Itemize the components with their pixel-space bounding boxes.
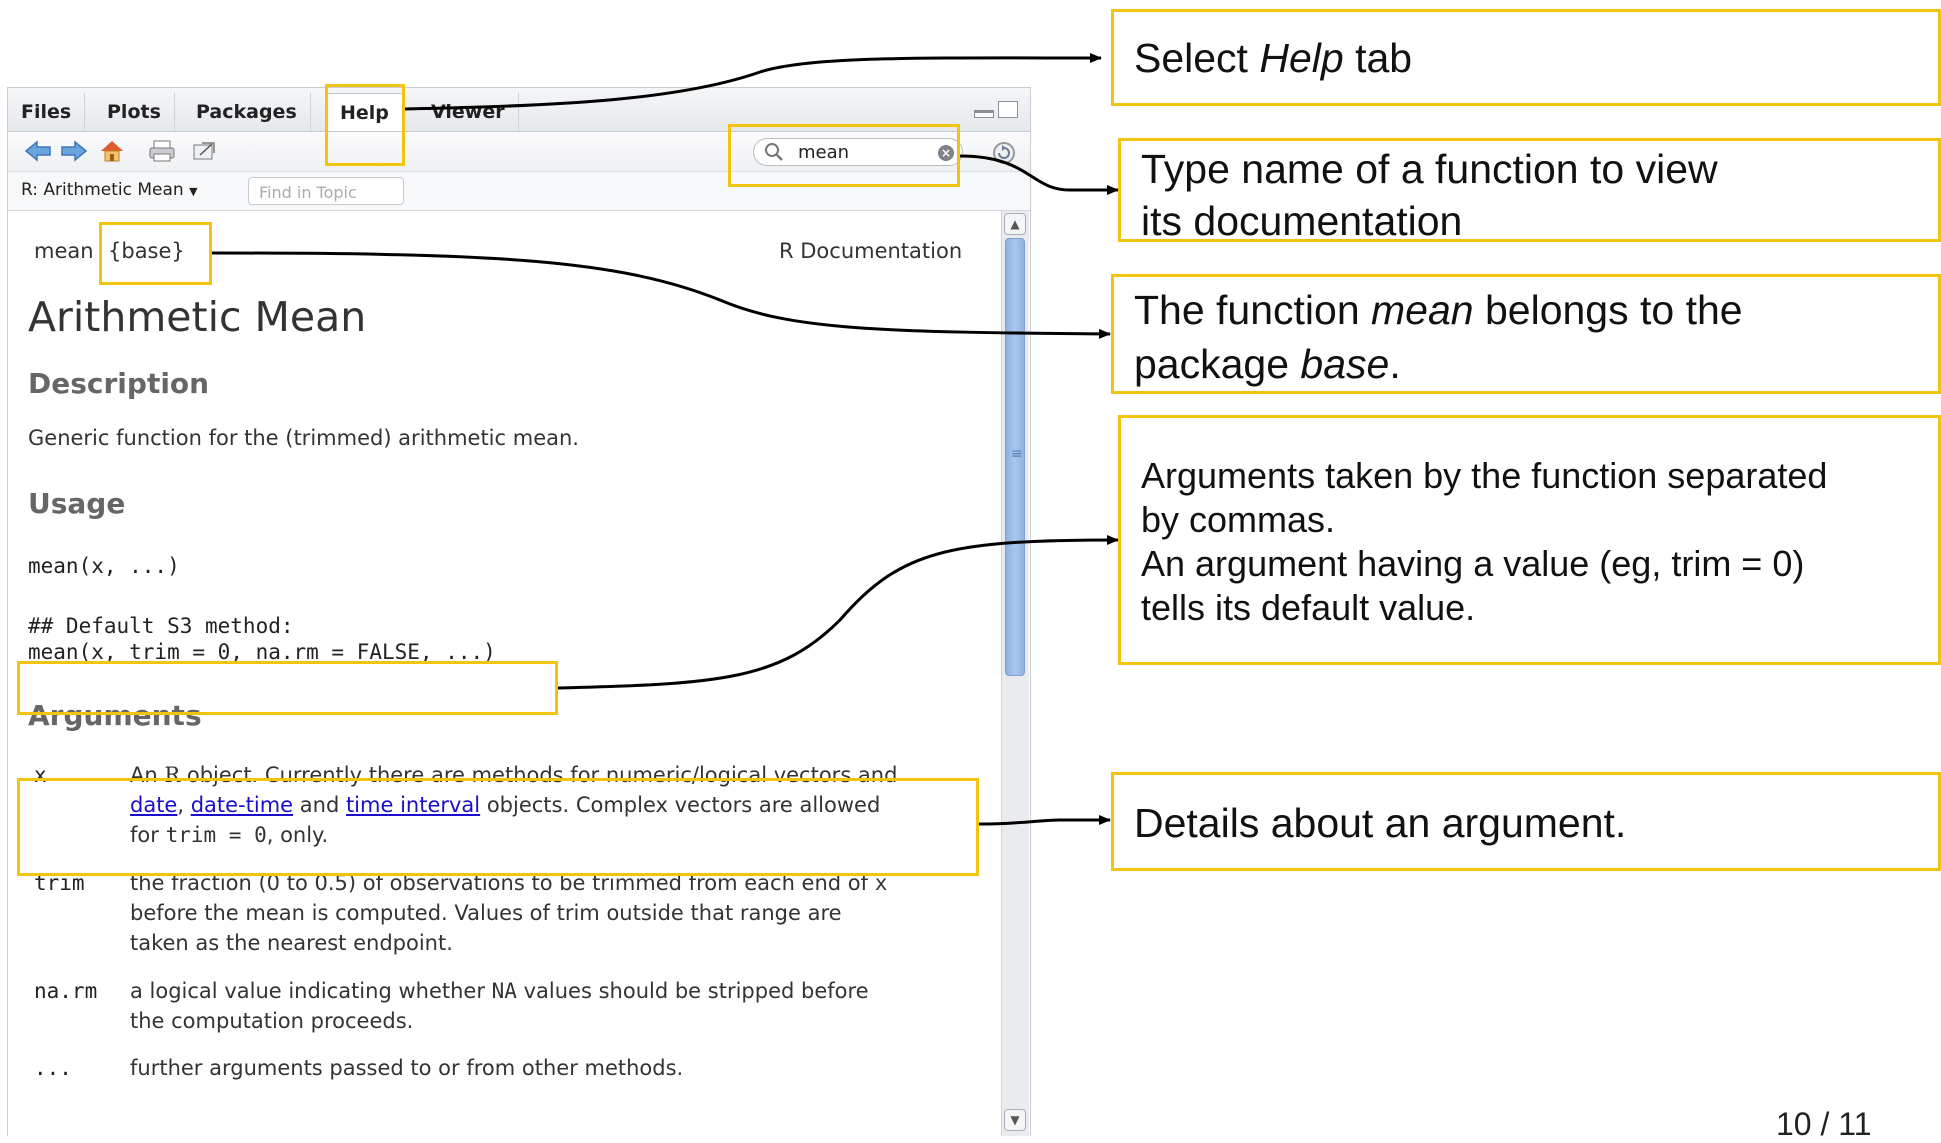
usage-highlight — [17, 661, 558, 715]
minimize-pane-button[interactable] — [974, 110, 994, 118]
scroll-up-button[interactable]: ▲ — [1004, 213, 1026, 235]
scroll-down-button[interactable]: ▼ — [1004, 1109, 1026, 1131]
doc-header-right: R Documentation — [779, 239, 963, 263]
page-number: 10 / 11 — [1776, 1106, 1872, 1142]
tab-plots[interactable]: Plots — [94, 93, 175, 131]
tab-packages[interactable]: Packages — [183, 93, 311, 131]
scroll-grip-icon: ≡ — [1011, 446, 1023, 462]
arg-name: ... — [34, 1056, 72, 1080]
search-highlight — [728, 124, 960, 187]
callout-line: package base. — [1134, 337, 1401, 391]
print-icon[interactable] — [148, 139, 176, 163]
find-in-topic-input[interactable] — [257, 182, 401, 203]
doc-scrollbar[interactable]: ▲ ≡ ▼ — [1001, 211, 1029, 1136]
arg-desc-line: taken as the nearest endpoint. — [130, 931, 453, 955]
usage-heading: Usage — [28, 487, 126, 520]
callout-text: tab — [1343, 35, 1413, 81]
arg-text: values should be stripped before — [516, 979, 869, 1003]
callout-emphasis: Help — [1259, 35, 1344, 81]
back-arrow-icon[interactable] — [24, 139, 52, 163]
arg-code: NA — [491, 979, 517, 1003]
doc-title: Arithmetic Mean — [28, 293, 367, 341]
package-highlight — [99, 222, 212, 285]
usage-line-1: mean(x, ...) — [28, 554, 180, 578]
arg-desc-line: further arguments passed to or from othe… — [130, 1056, 684, 1080]
callout-text: An argument having a value (eg, trim = 0… — [1141, 543, 1805, 584]
usage-comment: ## Default S3 method: — [28, 614, 294, 638]
arg-name: na.rm — [34, 979, 98, 1003]
callout-text: Select — [1134, 35, 1260, 81]
refresh-icon[interactable] — [991, 140, 1017, 166]
arg-text: a logical value indicating whether — [130, 979, 492, 1003]
tab-files[interactable]: Files — [8, 93, 86, 131]
help-tab-highlight — [325, 84, 405, 166]
callout-details: Details about an argument. — [1111, 772, 1941, 871]
callout-help-tab: Select Help tab — [1111, 9, 1941, 106]
description-text: Generic function for the (trimmed) arith… — [28, 426, 579, 450]
callout-text: The function — [1134, 287, 1372, 333]
arg-desc-line: the computation proceeds. — [130, 1009, 414, 1033]
callout-text: its documentation — [1141, 198, 1463, 244]
callout-line: The function mean belongs to the — [1134, 283, 1743, 337]
arg-desc-line: a logical value indicating whether NA va… — [130, 979, 869, 1003]
callout-text: . — [1389, 341, 1401, 387]
callout-emphasis: base — [1300, 341, 1390, 387]
description-heading: Description — [28, 367, 210, 400]
callout-text: Arguments taken by the function separate… — [1141, 455, 1828, 496]
callout-text: by commas. — [1141, 499, 1336, 540]
callout-search: Type name of a function to view its docu… — [1118, 138, 1941, 244]
doc-header-function: mean — [34, 239, 94, 263]
callout-text: Type name of a function to view — [1141, 146, 1718, 192]
callout-text: tells its default value. — [1141, 587, 1476, 628]
open-in-new-window-icon[interactable] — [190, 139, 218, 163]
scroll-thumb[interactable]: ≡ — [1005, 238, 1025, 676]
callout-text: Details about an argument. — [1134, 800, 1627, 846]
callout-arguments: Arguments taken by the function separate… — [1118, 415, 1941, 665]
argument-highlight — [17, 778, 979, 876]
forward-arrow-icon[interactable] — [60, 139, 88, 163]
callout-package: The function mean belongs to the package… — [1111, 274, 1941, 394]
window-controls — [970, 101, 1018, 122]
topic-selector-label: R: Arithmetic Mean — [21, 180, 184, 200]
callout-emphasis: mean — [1371, 287, 1474, 333]
chevron-down-icon: ▼ — [189, 185, 198, 198]
callout-help-tab-text: Select Help tab — [1134, 35, 1412, 82]
callout-text: package — [1134, 341, 1301, 387]
tab-viewer[interactable]: Viewer — [418, 93, 519, 131]
callout-text: belongs to the — [1473, 287, 1743, 333]
home-icon[interactable] — [98, 139, 126, 163]
arg-desc-line: before the mean is computed. Values of t… — [130, 901, 842, 925]
topic-selector[interactable]: R: Arithmetic Mean ▼ — [21, 180, 198, 200]
find-in-topic-field[interactable] — [248, 177, 404, 205]
maximize-pane-button[interactable] — [998, 101, 1018, 118]
